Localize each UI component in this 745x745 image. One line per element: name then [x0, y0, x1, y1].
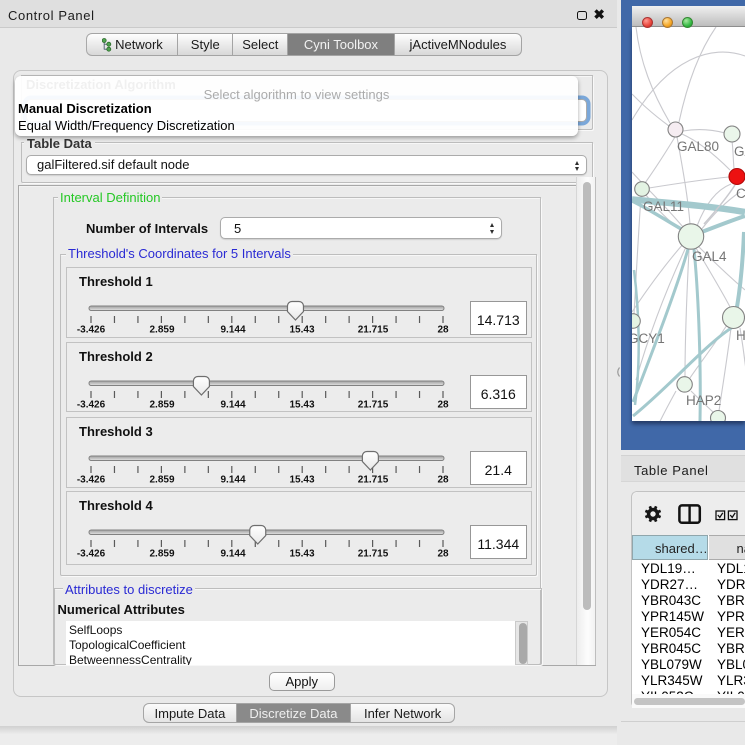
svg-text:9.144: 9.144: [220, 549, 245, 560]
svg-text:28: 28: [437, 549, 449, 560]
svg-text:GAL80: GAL80: [677, 139, 719, 154]
svg-text:HAP2: HAP2: [686, 393, 721, 408]
svg-text:H: H: [736, 328, 745, 343]
svg-text:15.43: 15.43: [289, 475, 314, 486]
svg-text:15.43: 15.43: [289, 399, 314, 410]
svg-text:GCY1: GCY1: [632, 331, 665, 346]
svg-text:-3.426: -3.426: [77, 399, 106, 410]
svg-text:GAL4: GAL4: [692, 249, 727, 264]
svg-text:GA: GA: [734, 144, 745, 159]
svg-text:21.715: 21.715: [358, 549, 389, 560]
svg-text:GAL11: GAL11: [643, 199, 684, 214]
svg-text:2.859: 2.859: [149, 399, 174, 410]
svg-text:2.859: 2.859: [149, 475, 174, 486]
svg-text:28: 28: [437, 399, 449, 410]
svg-text:15.43: 15.43: [289, 325, 314, 336]
svg-text:C: C: [736, 186, 745, 201]
svg-text:9.144: 9.144: [220, 475, 245, 486]
svg-text:21.715: 21.715: [358, 475, 389, 486]
svg-text:9.144: 9.144: [220, 399, 245, 410]
svg-text:15.43: 15.43: [289, 549, 314, 560]
svg-text:9.144: 9.144: [220, 325, 245, 336]
svg-text:21.715: 21.715: [358, 325, 389, 336]
svg-text:2.859: 2.859: [149, 549, 174, 560]
svg-text:21.715: 21.715: [358, 399, 389, 410]
svg-text:-3.426: -3.426: [77, 325, 106, 336]
svg-text:28: 28: [437, 325, 449, 336]
svg-text:28: 28: [437, 475, 449, 486]
svg-text:-3.426: -3.426: [77, 549, 106, 560]
svg-text:2.859: 2.859: [149, 325, 174, 336]
svg-text:-3.426: -3.426: [77, 475, 106, 486]
